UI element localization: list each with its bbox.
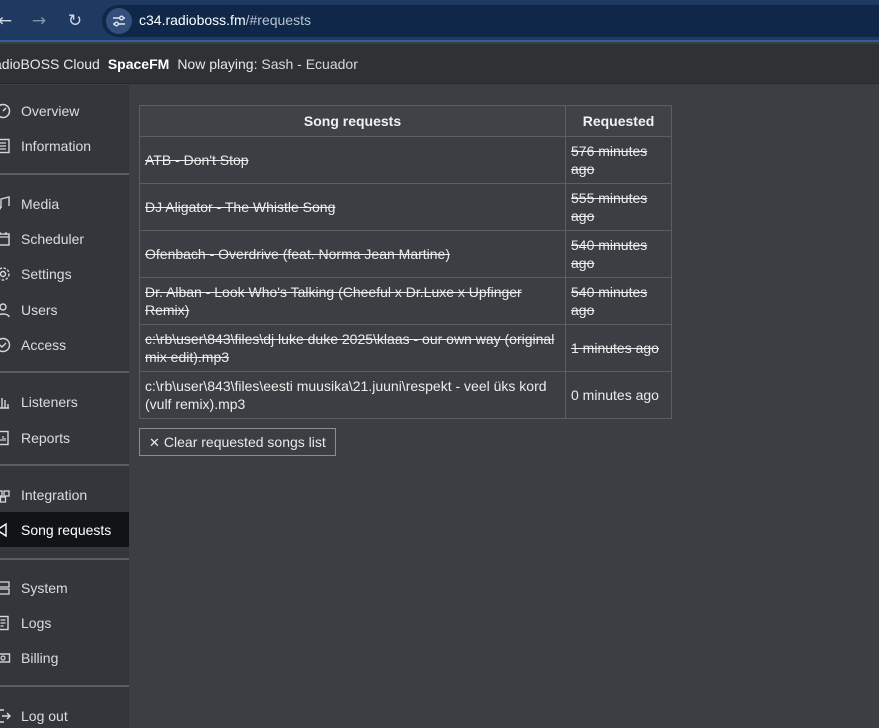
- sidebar-item-media[interactable]: Media: [0, 188, 129, 220]
- sidebar-item-listeners[interactable]: Listeners: [0, 386, 129, 418]
- request-time: 540 minutes ago: [565, 230, 672, 278]
- url-path: /#requests: [245, 12, 311, 28]
- sidebar: Overview Information Media Scheduler Set…: [0, 85, 129, 728]
- megaphone-icon: [0, 522, 11, 538]
- close-icon: ✕: [149, 436, 160, 451]
- table-row: c:\rb\user\843\files\dj luke duke 2025\k…: [139, 324, 672, 372]
- browser-toolbar: ← → ↻ c34.radioboss.fm/#requests: [0, 0, 879, 42]
- sidebar-item-label: Song requests: [21, 522, 112, 538]
- logout-icon: [0, 708, 11, 724]
- sidebar-item-settings[interactable]: Settings: [0, 258, 129, 290]
- sidebar-item-label: Listeners: [21, 394, 78, 410]
- server-icon: [0, 580, 11, 596]
- sidebar-item-label: Information: [21, 138, 92, 154]
- song-requests-table: Song requests Requested ATB - Don't Stop…: [139, 105, 672, 419]
- sidebar-item-scheduler[interactable]: Scheduler: [0, 223, 129, 255]
- money-icon: [0, 650, 11, 666]
- column-header-requested: Requested: [565, 105, 672, 137]
- sidebar-divider: [0, 173, 129, 175]
- request-time: 576 minutes ago: [565, 136, 672, 184]
- dashboard-icon: [0, 103, 11, 119]
- request-song: ATB - Don't Stop: [139, 136, 566, 184]
- sidebar-item-label: Users: [21, 302, 58, 318]
- request-song: DJ Aligator - The Whistle Song: [139, 183, 566, 231]
- shield-check-icon: [0, 337, 11, 353]
- sidebar-item-label: Overview: [21, 103, 80, 119]
- sidebar-item-label: Settings: [21, 266, 72, 282]
- sidebar-item-logs[interactable]: Logs: [0, 607, 129, 639]
- forward-arrow-icon[interactable]: →: [28, 10, 50, 32]
- column-header-song: Song requests: [139, 105, 566, 137]
- table-row: Dr. Alban - Look Who's Talking (Cheeful …: [139, 277, 672, 325]
- sidebar-item-integration[interactable]: Integration: [0, 479, 129, 511]
- sidebar-item-reports[interactable]: Reports: [0, 422, 129, 454]
- request-song: Dr. Alban - Look Who's Talking (Cheeful …: [139, 277, 566, 325]
- url-text[interactable]: c34.radioboss.fm/#requests: [139, 12, 311, 28]
- sidebar-divider: [0, 558, 129, 560]
- clear-requests-button[interactable]: ✕ Clear requested songs list: [139, 428, 336, 456]
- request-song: c:\rb\user\843\files\dj luke duke 2025\k…: [139, 324, 566, 372]
- sidebar-item-label: Billing: [21, 650, 59, 666]
- sidebar-item-access[interactable]: Access: [0, 329, 129, 361]
- table-row: ATB - Don't Stop 576 minutes ago: [139, 136, 672, 184]
- user-icon: [0, 302, 11, 318]
- list-icon: [0, 138, 11, 154]
- sidebar-item-overview[interactable]: Overview: [0, 95, 129, 127]
- music-note-icon: [0, 196, 11, 212]
- sidebar-item-users[interactable]: Users: [0, 294, 129, 326]
- sidebar-divider: [0, 371, 129, 373]
- sidebar-item-label: Log out: [21, 708, 68, 724]
- sidebar-item-label: Integration: [21, 487, 88, 503]
- gear-icon: [0, 266, 11, 282]
- request-time: 540 minutes ago: [565, 277, 672, 325]
- sidebar-item-label: Logs: [21, 615, 52, 631]
- table-row: Ofenbach - Overdrive (feat. Norma Jean M…: [139, 230, 672, 278]
- report-icon: [0, 430, 11, 446]
- sidebar-item-label: Reports: [21, 430, 71, 446]
- sidebar-divider: [0, 464, 129, 466]
- now-playing-value: Sash - Ecuador: [261, 56, 358, 72]
- sidebar-item-log-out[interactable]: Log out: [0, 700, 129, 728]
- sidebar-item-system[interactable]: System: [0, 572, 129, 604]
- request-time: 0 minutes ago: [565, 371, 672, 419]
- sidebar-item-billing[interactable]: Billing: [0, 642, 129, 674]
- sidebar-item-information[interactable]: Information: [0, 130, 129, 162]
- clear-requests-label: Clear requested songs list: [163, 434, 326, 450]
- puzzle-icon: [0, 487, 11, 503]
- calendar-icon: [0, 231, 11, 247]
- sidebar-item-label: System: [21, 580, 68, 596]
- sidebar-divider: [0, 685, 129, 687]
- bar-chart-icon: [0, 394, 11, 410]
- app-brand[interactable]: adioBOSS Cloud: [0, 56, 100, 72]
- reload-icon[interactable]: ↻: [64, 10, 86, 32]
- url-host: c34.radioboss.fm: [139, 12, 246, 28]
- sidebar-item-label: Scheduler: [21, 231, 85, 247]
- request-song: Ofenbach - Overdrive (feat. Norma Jean M…: [139, 230, 566, 278]
- log-icon: [0, 615, 11, 631]
- request-song: c:\rb\user\843\files\eesti muusika\21.ju…: [139, 371, 566, 419]
- sidebar-item-label: Media: [21, 196, 60, 212]
- table-row: DJ Aligator - The Whistle Song 555 minut…: [139, 183, 672, 231]
- station-name: SpaceFM: [107, 56, 170, 72]
- main-content: Song requests Requested ATB - Don't Stop…: [129, 85, 879, 728]
- app-header: adioBOSS Cloud SpaceFM Now playing: Sash -…: [0, 44, 879, 84]
- request-time: 1 minutes ago: [565, 324, 672, 372]
- sidebar-item-label: Access: [21, 337, 67, 353]
- request-time: 555 minutes ago: [565, 183, 672, 231]
- table-header-row: Song requests Requested: [139, 105, 672, 137]
- table-row: c:\rb\user\843\files\eesti muusika\21.ju…: [139, 371, 672, 419]
- now-playing-label: Now playing:: [177, 56, 258, 72]
- site-settings-icon[interactable]: [106, 8, 132, 34]
- back-arrow-icon[interactable]: ←: [0, 10, 16, 32]
- sidebar-item-song-requests[interactable]: Song requests: [0, 512, 129, 547]
